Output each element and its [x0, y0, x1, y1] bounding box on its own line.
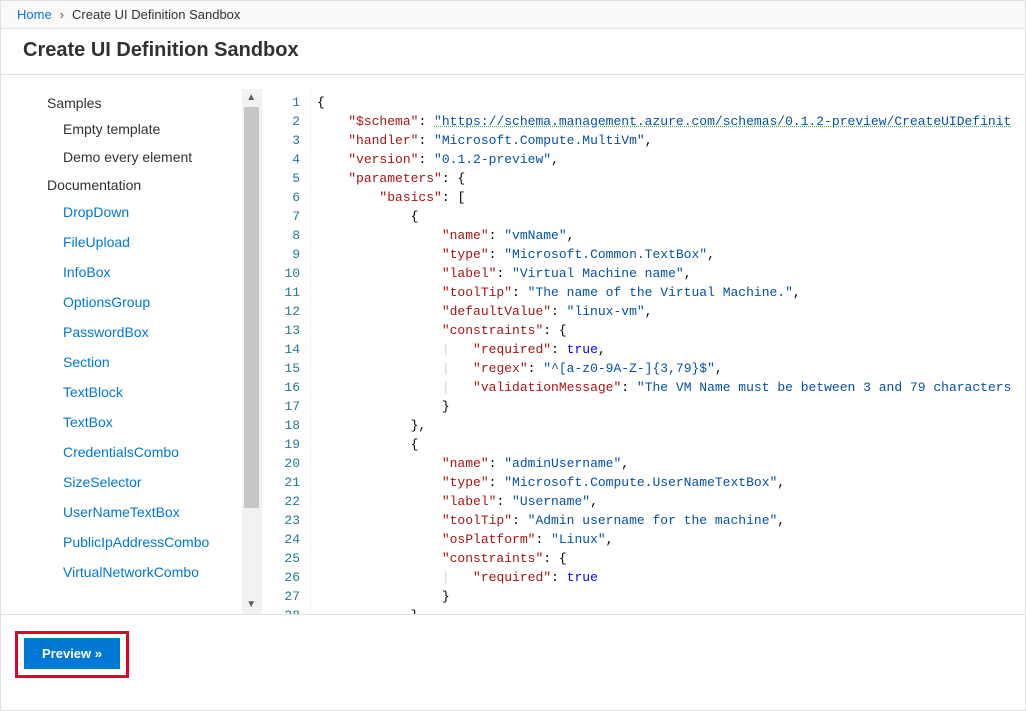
line-number: 8 — [262, 226, 300, 245]
code-line[interactable]: | "required": true, — [317, 340, 1025, 359]
breadcrumb: Home › Create UI Definition Sandbox — [1, 1, 1025, 29]
breadcrumb-current: Create UI Definition Sandbox — [72, 7, 240, 22]
code-line[interactable]: "label": "Username", — [317, 492, 1025, 511]
line-number: 18 — [262, 416, 300, 435]
code-line[interactable]: { — [317, 93, 1025, 112]
code-line[interactable]: } — [317, 606, 1025, 614]
line-number: 28 — [262, 606, 300, 614]
sidebar: Samples Empty templateDemo every element D… — [31, 89, 242, 614]
line-number: 17 — [262, 397, 300, 416]
scroll-track[interactable] — [242, 107, 261, 596]
code-line[interactable]: "$schema": "https://schema.management.az… — [317, 112, 1025, 131]
code-line[interactable]: "name": "adminUsername", — [317, 454, 1025, 473]
code-line[interactable]: } — [317, 397, 1025, 416]
code-line[interactable]: "label": "Virtual Machine name", — [317, 264, 1025, 283]
sidebar-item-passwordbox[interactable]: PasswordBox — [31, 317, 242, 347]
sidebar-item-optionsgroup[interactable]: OptionsGroup — [31, 287, 242, 317]
line-number: 3 — [262, 131, 300, 150]
sidebar-scrollbar[interactable]: ▲ ▼ — [242, 89, 261, 614]
code-line[interactable]: "parameters": { — [317, 169, 1025, 188]
sidebar-item-publicipaddresscombo[interactable]: PublicIpAddressCombo — [31, 527, 242, 557]
code-line[interactable]: }, — [317, 416, 1025, 435]
code-line[interactable]: "defaultValue": "linux-vm", — [317, 302, 1025, 321]
code-line[interactable]: "handler": "Microsoft.Compute.MultiVm", — [317, 131, 1025, 150]
code-line[interactable]: { — [317, 435, 1025, 454]
line-number: 6 — [262, 188, 300, 207]
line-number: 1 — [262, 93, 300, 112]
code-line[interactable]: "constraints": { — [317, 549, 1025, 568]
line-number: 27 — [262, 587, 300, 606]
code-line[interactable]: "type": "Microsoft.Common.TextBox", — [317, 245, 1025, 264]
code-line[interactable]: "toolTip": "Admin username for the machi… — [317, 511, 1025, 530]
sidebar-item-usernametextbox[interactable]: UserNameTextBox — [31, 497, 242, 527]
line-number: 5 — [262, 169, 300, 188]
code-line[interactable]: "constraints": { — [317, 321, 1025, 340]
code-line[interactable]: "name": "vmName", — [317, 226, 1025, 245]
line-number: 7 — [262, 207, 300, 226]
line-number: 2 — [262, 112, 300, 131]
line-number: 16 — [262, 378, 300, 397]
line-number: 19 — [262, 435, 300, 454]
code-line[interactable]: | "required": true — [317, 568, 1025, 587]
line-number: 12 — [262, 302, 300, 321]
line-number: 22 — [262, 492, 300, 511]
line-number: 26 — [262, 568, 300, 587]
line-number: 9 — [262, 245, 300, 264]
line-number: 23 — [262, 511, 300, 530]
line-number: 13 — [262, 321, 300, 340]
sidebar-group-0: Samples — [47, 95, 242, 111]
scroll-up-icon[interactable]: ▲ — [246, 93, 256, 103]
code-line[interactable]: "osPlatform": "Linux", — [317, 530, 1025, 549]
code-area[interactable]: { "$schema": "https://schema.management.… — [310, 89, 1025, 614]
line-number: 14 — [262, 340, 300, 359]
content-row: Samples Empty templateDemo every element D… — [1, 74, 1025, 614]
line-number: 20 — [262, 454, 300, 473]
line-gutter: 1234567891011121314151617181920212223242… — [262, 89, 310, 614]
line-number: 21 — [262, 473, 300, 492]
sidebar-item-credentialscombo[interactable]: CredentialsCombo — [31, 437, 242, 467]
line-number: 24 — [262, 530, 300, 549]
sidebar-item-infobox[interactable]: InfoBox — [31, 257, 242, 287]
line-number: 15 — [262, 359, 300, 378]
code-line[interactable]: | "regex": "^[a-z0-9A-Z-]{3,79}$", — [317, 359, 1025, 378]
code-line[interactable]: } — [317, 587, 1025, 606]
footer: Preview » — [1, 614, 1025, 694]
code-editor[interactable]: 1234567891011121314151617181920212223242… — [261, 89, 1025, 614]
sidebar-group-1: Documentation — [47, 177, 242, 193]
sidebar-item-sizeselector[interactable]: SizeSelector — [31, 467, 242, 497]
scroll-thumb[interactable] — [244, 107, 259, 508]
preview-highlight: Preview » — [15, 631, 129, 678]
sidebar-item-virtualnetworkcombo[interactable]: VirtualNetworkCombo — [31, 557, 242, 587]
scroll-down-icon[interactable]: ▼ — [246, 600, 256, 610]
sidebar-item-textblock[interactable]: TextBlock — [31, 377, 242, 407]
code-line[interactable]: "version": "0.1.2-preview", — [317, 150, 1025, 169]
code-line[interactable]: "basics": [ — [317, 188, 1025, 207]
line-number: 11 — [262, 283, 300, 302]
code-line[interactable]: { — [317, 207, 1025, 226]
chevron-right-icon: › — [60, 7, 64, 22]
breadcrumb-home[interactable]: Home — [17, 7, 52, 22]
sidebar-item-section[interactable]: Section — [31, 347, 242, 377]
line-number: 4 — [262, 150, 300, 169]
sidebar-wrap: Samples Empty templateDemo every element D… — [1, 89, 261, 614]
sidebar-item-textbox[interactable]: TextBox — [31, 407, 242, 437]
code-line[interactable]: | "validationMessage": "The VM Name must… — [317, 378, 1025, 397]
line-number: 10 — [262, 264, 300, 283]
page-title: Create UI Definition Sandbox — [1, 29, 1025, 74]
sidebar-item-empty-template[interactable]: Empty template — [31, 115, 242, 143]
sidebar-item-fileupload[interactable]: FileUpload — [31, 227, 242, 257]
line-number: 25 — [262, 549, 300, 568]
sidebar-item-dropdown[interactable]: DropDown — [31, 197, 242, 227]
sidebar-item-demo-every-element[interactable]: Demo every element — [31, 143, 242, 171]
code-line[interactable]: "type": "Microsoft.Compute.UserNameTextB… — [317, 473, 1025, 492]
code-line[interactable]: "toolTip": "The name of the Virtual Mach… — [317, 283, 1025, 302]
preview-button[interactable]: Preview » — [24, 638, 120, 669]
